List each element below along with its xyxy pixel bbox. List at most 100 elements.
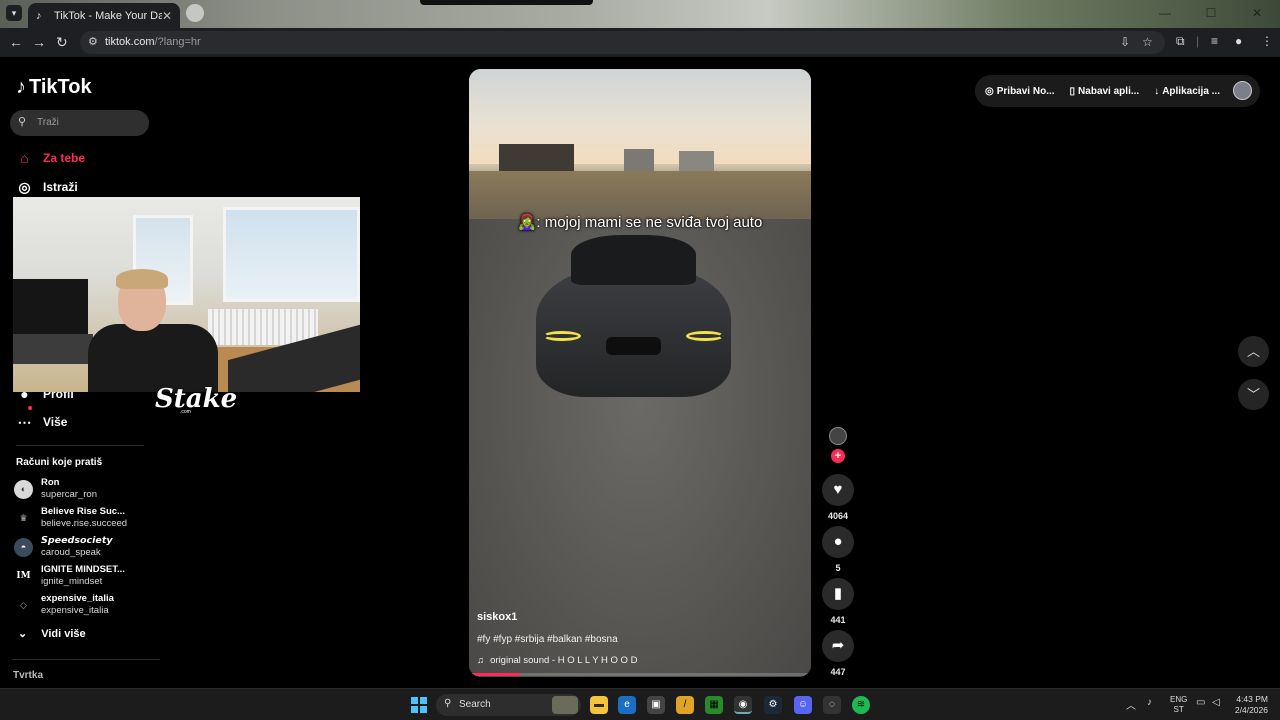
widgets-icon[interactable] — [552, 696, 578, 714]
spotify-icon[interactable]: ≋ — [852, 696, 870, 714]
discord-icon[interactable]: ☺ — [794, 696, 812, 714]
following-account[interactable]: ◓ 𝙎𝙥𝙚𝙚𝙙𝙨𝙤𝙘𝙞𝙚𝙩𝙮 caroud_speak — [14, 533, 154, 561]
taskbar-clock[interactable]: 4:43 PM 2/4/2026 — [1232, 694, 1268, 716]
compass-icon: ◎ — [18, 178, 31, 195]
video-hashtags[interactable]: #fy #fyp #srbija #balkan #bosna — [477, 634, 618, 645]
app-icon[interactable]: / — [676, 696, 694, 714]
tab-search-button[interactable]: ▾ — [6, 5, 22, 21]
avatar: ◐ — [14, 480, 33, 499]
webcam-hair — [116, 269, 168, 289]
webcam-tv-stand — [13, 334, 93, 364]
video-progress-bar[interactable] — [469, 673, 811, 676]
clock-date: 2/4/2026 — [1234, 705, 1268, 715]
video-sound[interactable]: ♫ original sound - H O L L Y H O O D — [477, 655, 637, 666]
phone-icon: ▯ — [1069, 85, 1076, 97]
chevron-up-icon: ︿ — [1246, 344, 1260, 359]
chevron-down-icon: ﹀ — [1246, 387, 1260, 402]
install-app-icon[interactable]: ⇩ — [1120, 35, 1130, 49]
webcam-person — [88, 269, 218, 392]
like-button[interactable]: ♥ — [822, 474, 854, 506]
following-account[interactable]: ♛ Believe Rise Suc... believe.rise.succe… — [14, 504, 154, 532]
volume-icon[interactable]: ◁ — [1212, 697, 1220, 708]
video-text-overlay: 🧟‍♀️: mojoj mami se ne sviđa tvoj auto — [517, 214, 763, 231]
nav-item-for-you[interactable]: ⌂ Za tebe — [16, 148, 85, 168]
previous-video-button[interactable]: ︿ — [1238, 336, 1269, 367]
following-header: Računi koje pratiš — [16, 457, 103, 468]
divider — [12, 659, 160, 660]
following-account[interactable]: ◐ Ron supercar_ron — [14, 475, 154, 503]
see-more-label: Vidi više — [41, 627, 86, 640]
reading-list-icon[interactable]: ≡ — [1211, 34, 1218, 48]
edge-browser-icon[interactable]: e — [618, 696, 636, 714]
get-app-button[interactable]: ▯ Nabavi apli... — [1070, 86, 1140, 97]
author-avatar[interactable] — [829, 427, 847, 445]
back-arrow-icon[interactable]: ← — [9, 34, 23, 50]
account-name: Ron — [41, 477, 60, 488]
stake-logo: Stake — [155, 384, 238, 414]
video-player[interactable]: 🧟‍♀️: mojoj mami se ne sviđa tvoj auto s… — [469, 69, 811, 677]
nav-label: Za tebe — [43, 151, 86, 165]
site-info-icon[interactable]: ⚙ — [88, 35, 98, 48]
video-progress-fill — [469, 673, 521, 676]
profile-avatar-icon[interactable]: ● — [1235, 34, 1242, 48]
top-right-actions: ◎ Pribavi No... ▯ Nabavi apli... ↓ Aplikaci… — [975, 75, 1260, 107]
windows-start-button[interactable] — [411, 697, 427, 713]
address-bar[interactable]: ⚙ tiktok.com/?lang=hr ⇩ ☆ — [80, 31, 1165, 54]
address-url[interactable]: tiktok.com/?lang=hr — [105, 36, 201, 48]
file-explorer-icon[interactable]: ▬ — [590, 696, 608, 714]
tray-overflow-icon[interactable]: ︿ — [1126, 697, 1136, 712]
bookmark-icon: ▮ — [833, 585, 843, 602]
taskbar-search-label: Search — [459, 699, 491, 710]
extensions-icon[interactable]: ⧉ — [1176, 34, 1185, 49]
chrome-icon[interactable]: ◉ — [734, 696, 752, 714]
forward-arrow-icon[interactable]: → — [32, 34, 46, 50]
clock-time: 4:43 PM — [1236, 694, 1268, 704]
next-video-button[interactable]: ﹀ — [1238, 379, 1269, 410]
tiktok-logo[interactable]: ♪ TikTok — [16, 76, 92, 99]
minimize-button[interactable]: — — [1142, 0, 1188, 28]
follow-plus-button[interactable]: + — [831, 449, 845, 463]
app-icon[interactable]: ◌ — [823, 696, 841, 714]
stake-logo-sub: .com — [180, 409, 191, 415]
language-indicator[interactable]: ENG ST — [1170, 695, 1187, 715]
nav-item-more[interactable]: ⋯ Više — [16, 412, 68, 432]
bookmark-star-icon[interactable]: ☆ — [1142, 35, 1153, 49]
comment-button[interactable]: ● — [822, 526, 854, 558]
webcam-shirt — [88, 324, 218, 392]
close-window-button[interactable]: ✕ — [1234, 0, 1280, 28]
share-button[interactable]: ➦ — [822, 630, 854, 662]
toolbar-divider: | — [1196, 34, 1200, 48]
user-avatar[interactable] — [1233, 81, 1252, 100]
network-icon[interactable]: ▭ — [1196, 697, 1205, 708]
minecraft-icon[interactable]: ▦ — [705, 696, 723, 714]
close-tab-icon[interactable]: ✕ — [162, 9, 172, 23]
new-tab-button[interactable] — [186, 4, 204, 22]
search-icon: ⚲ — [444, 698, 452, 709]
following-account[interactable]: ◇ expensive_italia expensive_italia — [14, 591, 154, 619]
download-app-button[interactable]: ↓ Aplikacija ... — [1154, 86, 1220, 97]
reload-icon[interactable]: ↻ — [56, 34, 68, 50]
browser-menu-icon[interactable]: ⋮ — [1261, 34, 1273, 48]
divider — [16, 445, 144, 446]
like-count: 4064 — [827, 511, 849, 521]
microphone-icon[interactable]: ♪ — [1147, 697, 1152, 708]
store-icon[interactable]: ▣ — [647, 696, 665, 714]
browser-tab-active[interactable]: ♪ TikTok - Make Your Day ✕ — [28, 3, 180, 28]
see-more-button[interactable]: ⌄ Vidi više — [18, 627, 86, 641]
nav-item-explore[interactable]: ◎ Istraži — [16, 177, 77, 197]
account-handle: expensive_italia — [41, 605, 109, 616]
save-button[interactable]: ▮ — [822, 578, 854, 610]
save-count: 441 — [830, 615, 846, 625]
maximize-button[interactable]: ☐ — [1188, 0, 1234, 28]
account-name: IGNITE MINDSET... — [41, 564, 125, 575]
steam-icon[interactable]: ⚙ — [764, 696, 782, 714]
video-author[interactable]: siskox1 — [477, 611, 517, 623]
account-handle: ignite_mindset — [41, 576, 103, 587]
logo-text: TikTok — [29, 76, 92, 98]
search-input[interactable]: ⚲ Traži — [10, 110, 149, 136]
following-account[interactable]: IM IGNITE MINDSET... ignite_mindset — [14, 562, 154, 590]
get-coins-button[interactable]: ◎ Pribavi No... — [985, 86, 1055, 97]
avatar: IM — [14, 567, 33, 586]
account-handle: believe.rise.succeed — [41, 518, 128, 529]
account-name: expensive_italia — [41, 593, 114, 604]
